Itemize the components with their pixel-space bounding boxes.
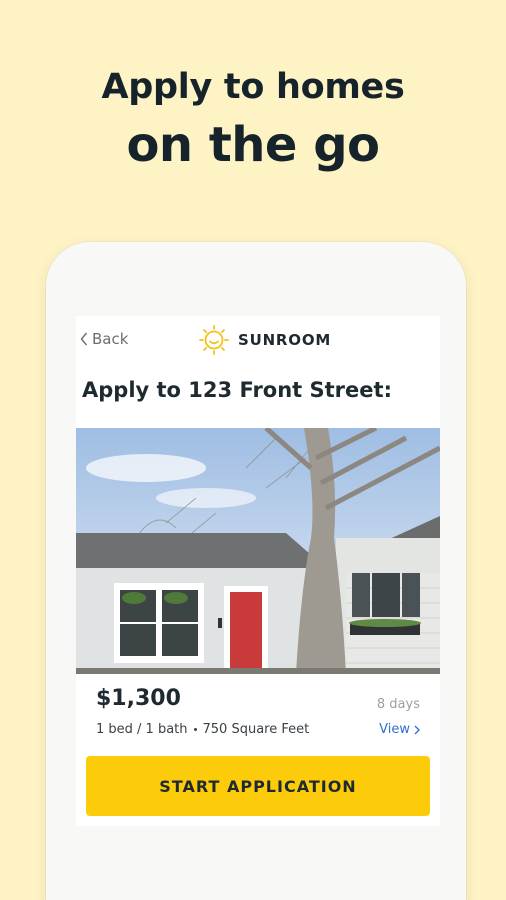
headline-line-2: on the go — [126, 117, 380, 173]
house-image — [76, 428, 440, 674]
top-nav: Back SUNROOM — [76, 316, 440, 362]
back-label: Back — [92, 330, 129, 348]
brand-logo: SUNROOM — [198, 324, 331, 356]
headline-line-1: Apply to homes — [101, 67, 405, 107]
page-title: Apply to 123 Front Street: — [82, 378, 392, 402]
chevron-right-icon — [414, 725, 420, 734]
beds-baths: 1 bed / 1 bath — [96, 722, 188, 737]
brand-name: SUNROOM — [238, 331, 332, 349]
promo-headline: Apply to homes on the go — [0, 62, 506, 178]
listing-photo[interactable] — [76, 428, 440, 674]
view-label: View — [379, 722, 410, 737]
posted-age: 8 days — [376, 697, 420, 712]
view-listing-link[interactable]: View — [379, 722, 420, 737]
listing-specs: 1 bed / 1 bath 750 Square Feet — [96, 722, 309, 737]
listing-price: $1,300 — [96, 686, 181, 711]
app-screen: Back SUNROOM Apply to 123 Front Street: … — [76, 316, 440, 826]
sun-logo-icon — [199, 325, 229, 355]
back-button[interactable]: Back — [80, 330, 128, 348]
separator-dot — [193, 728, 197, 731]
square-feet: 750 Square Feet — [202, 722, 310, 737]
chevron-left-icon — [80, 332, 88, 346]
start-application-button[interactable]: START APPLICATION — [86, 756, 430, 816]
